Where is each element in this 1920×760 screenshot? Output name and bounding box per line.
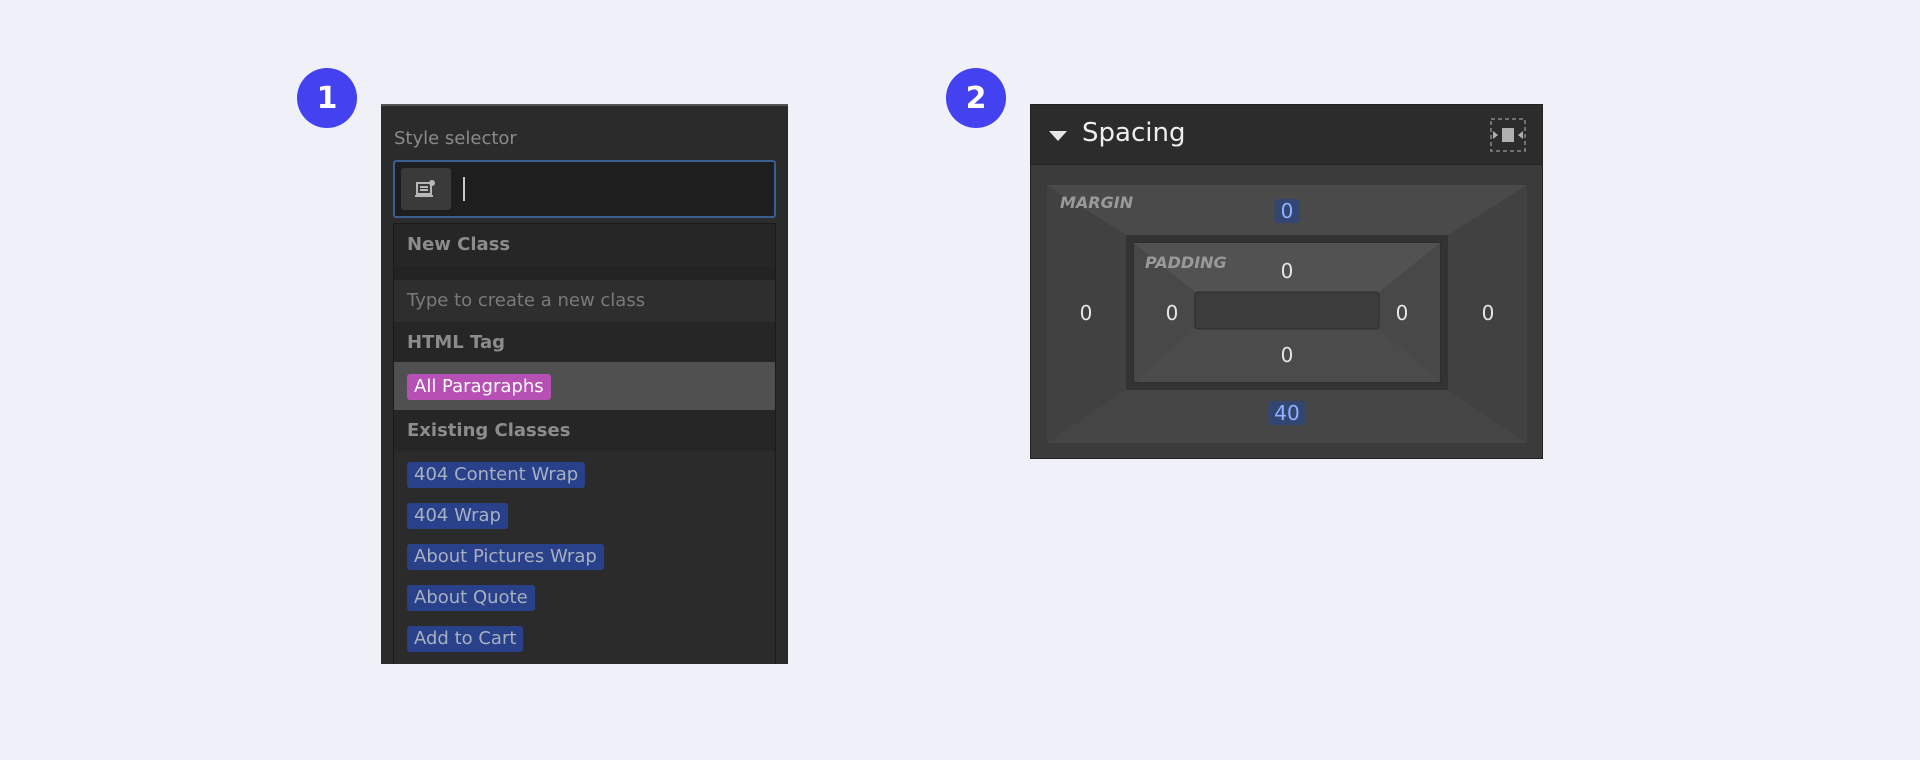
step-badge-2: 2 — [946, 68, 1006, 128]
new-class-header: New Class — [394, 224, 775, 266]
style-selector-input[interactable] — [393, 160, 776, 218]
spacing-title: Spacing — [1082, 118, 1186, 148]
selector-state-button[interactable] — [401, 168, 451, 210]
existing-classes-list: 404 Content Wrap 404 Wrap About Pictures… — [394, 451, 775, 664]
html-tag-header: HTML Tag — [394, 322, 775, 364]
selector-dropdown: New Class Type to create a new class HTM… — [393, 223, 776, 664]
margin-top-value[interactable]: 0 — [1274, 199, 1300, 223]
step-number: 1 — [316, 80, 338, 116]
class-item[interactable]: 404 Content Wrap — [407, 462, 586, 488]
style-selector-panel: Style selector New Class Type to create … — [381, 104, 788, 664]
margin-bottom-value[interactable]: 40 — [1268, 401, 1306, 425]
selector-state-icon — [415, 180, 435, 197]
class-item[interactable]: About Quote — [407, 585, 535, 611]
step-badge-1: 1 — [297, 68, 357, 128]
step-number: 2 — [965, 80, 987, 116]
padding-top-value[interactable]: 0 — [1281, 259, 1294, 283]
existing-classes-header: Existing Classes — [394, 410, 775, 452]
margin-left-value[interactable]: 0 — [1080, 301, 1093, 325]
class-item[interactable]: About Pictures Wrap — [407, 544, 604, 570]
expand-spacing-icon[interactable] — [1490, 118, 1526, 152]
class-item[interactable]: Add to Cart — [407, 626, 524, 652]
padding-left-value[interactable]: 0 — [1166, 301, 1179, 325]
new-class-input[interactable]: Type to create a new class — [394, 280, 775, 322]
margin-right-value[interactable]: 0 — [1482, 301, 1495, 325]
margin-label: MARGIN — [1060, 193, 1134, 212]
padding-label: PADDING — [1145, 253, 1227, 272]
spacing-panel: Spacing MARGIN PADDING 0 0 0 40 0 0 0 0 — [1030, 104, 1543, 459]
style-selector-label: Style selector — [394, 128, 517, 149]
triangle-down-icon[interactable] — [1049, 131, 1067, 141]
padding-right-value[interactable]: 0 — [1396, 301, 1409, 325]
class-item[interactable]: 404 Wrap — [407, 503, 508, 529]
text-caret — [463, 177, 465, 201]
padding-bottom-value[interactable]: 0 — [1281, 343, 1294, 367]
all-paragraphs-tag[interactable]: All Paragraphs — [407, 374, 551, 400]
box-model-editor: MARGIN PADDING 0 0 0 40 0 0 0 0 — [1047, 185, 1527, 443]
spacing-header[interactable]: Spacing — [1031, 105, 1542, 165]
html-tag-row[interactable]: All Paragraphs — [394, 362, 775, 410]
